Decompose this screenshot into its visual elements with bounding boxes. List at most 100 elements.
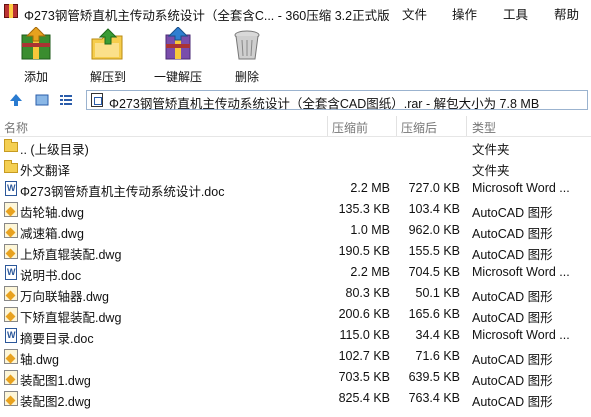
add-archive-icon (18, 26, 54, 63)
autocad-dwg-icon (4, 286, 18, 301)
size-after: 763.4 KB (408, 391, 460, 405)
add-label: 添加 (23, 70, 48, 84)
file-name: 减速箱.dwg (20, 227, 84, 241)
file-name: 齿轮轴.dwg (20, 206, 84, 220)
autocad-dwg-icon (4, 244, 18, 259)
app-archive-icon (4, 4, 18, 18)
column-divider[interactable] (466, 116, 467, 136)
file-type: AutoCAD 图形 (472, 353, 553, 367)
file-type: Microsoft Word ... (472, 328, 570, 342)
word-doc-icon (4, 328, 18, 343)
size-before: 190.5 KB (338, 244, 390, 258)
file-row[interactable]: 装配图2.dwg 825.4 KB 763.4 KB AutoCAD 图形 (0, 388, 591, 409)
size-before: 825.4 KB (338, 391, 390, 405)
file-type: AutoCAD 图形 (472, 206, 553, 220)
file-type: AutoCAD 图形 (472, 395, 553, 409)
folder-icon (4, 139, 18, 154)
autocad-dwg-icon (4, 391, 18, 406)
file-row[interactable]: 轴.dwg 102.7 KB 71.6 KB AutoCAD 图形 (0, 346, 591, 367)
file-name: 装配图2.dwg (20, 395, 91, 409)
column-header: 名称 压缩前 压缩后 类型 (0, 116, 591, 137)
file-type: 文件夹 (472, 164, 510, 178)
file-type: AutoCAD 图形 (472, 290, 553, 304)
up-arrow-icon[interactable] (8, 92, 24, 108)
size-after: 34.4 KB (415, 328, 460, 342)
word-doc-icon (4, 181, 18, 196)
size-before: 703.5 KB (338, 370, 390, 384)
delete-button[interactable]: 删除 (228, 27, 266, 85)
size-after: 103.4 KB (408, 202, 460, 216)
autocad-dwg-icon (4, 370, 18, 385)
size-after: 704.5 KB (408, 265, 460, 279)
list-view-icon[interactable] (58, 92, 74, 108)
file-name: .. (上级目录) (20, 143, 89, 157)
thumbnail-view-icon[interactable] (34, 92, 50, 108)
column-divider[interactable] (396, 116, 397, 136)
add-button[interactable]: 添加 (16, 26, 56, 85)
menu-operate[interactable]: 操作 (452, 4, 477, 23)
one-click-extract-icon (160, 26, 196, 63)
size-after: 639.5 KB (408, 370, 460, 384)
file-row[interactable]: 外文翻译 文件夹 (0, 157, 591, 178)
size-after: 71.6 KB (415, 349, 460, 363)
title-bar: Φ273钢管矫直机主传动系统设计（全套含C... - 360压缩 3.2正式版 … (0, 0, 591, 24)
file-row[interactable]: Φ273钢管矫直机主传动系统设计.doc 2.2 MB 727.0 KB Micros… (0, 178, 591, 199)
size-before: 2.2 MB (350, 265, 390, 279)
column-name[interactable]: 名称 (4, 119, 28, 136)
delete-trash-icon (229, 27, 265, 63)
file-type: AutoCAD 图形 (472, 374, 553, 388)
window-title: Φ273钢管矫直机主传动系统设计（全套含C... - 360压缩 3.2正式版 (24, 9, 390, 23)
one-click-extract-button[interactable]: 一键解压 (152, 26, 204, 85)
file-row[interactable]: 万向联轴器.dwg 80.3 KB 50.1 KB AutoCAD 图形 (0, 283, 591, 304)
column-divider[interactable] (327, 116, 328, 136)
archive-path: Φ273钢管矫直机主传动系统设计（全套含CAD图纸）.rar - 解包大小为 7… (109, 97, 540, 111)
folder-icon (4, 160, 18, 175)
size-after: 165.6 KB (408, 307, 460, 321)
file-row[interactable]: 上矫直辊装配.dwg 190.5 KB 155.5 KB AutoCAD 图形 (0, 241, 591, 262)
file-type: Microsoft Word ... (472, 265, 570, 279)
menu-help[interactable]: 帮助 (554, 4, 579, 23)
column-size-before[interactable]: 压缩前 (332, 119, 368, 136)
file-name: 万向联轴器.dwg (20, 290, 109, 304)
address-field[interactable]: Φ273钢管矫直机主传动系统设计（全套含CAD图纸）.rar - 解包大小为 7… (86, 90, 588, 111)
extract-to-button[interactable]: 解压到 (86, 27, 130, 85)
toolbar: 添加 解压到 一键解压 删除 (0, 24, 591, 88)
size-before: 115.0 KB (339, 328, 390, 342)
file-type: Microsoft Word ... (472, 181, 570, 195)
menu-tools[interactable]: 工具 (503, 4, 528, 23)
size-before: 2.2 MB (350, 181, 390, 195)
file-type: AutoCAD 图形 (472, 311, 553, 325)
file-name: 说明书.doc (20, 269, 82, 283)
extract-to-label: 解压到 (89, 70, 126, 84)
file-name: 装配图1.dwg (20, 374, 91, 388)
menu-file[interactable]: 文件 (402, 4, 427, 23)
column-size-after[interactable]: 压缩后 (401, 119, 437, 136)
size-before: 102.7 KB (338, 349, 390, 363)
file-type: AutoCAD 图形 (472, 227, 553, 241)
file-type: AutoCAD 图形 (472, 248, 553, 262)
size-after: 50.1 KB (415, 286, 460, 300)
file-name: 轴.dwg (20, 353, 59, 367)
delete-label: 删除 (234, 70, 259, 84)
column-type[interactable]: 类型 (472, 119, 496, 136)
autocad-dwg-icon (4, 223, 18, 238)
autocad-dwg-icon (4, 202, 18, 217)
file-row[interactable]: 下矫直辊装配.dwg 200.6 KB 165.6 KB AutoCAD 图形 (0, 304, 591, 325)
file-name: 外文翻译 (20, 164, 71, 178)
size-before: 200.6 KB (338, 307, 390, 321)
file-row[interactable]: 齿轮轴.dwg 135.3 KB 103.4 KB AutoCAD 图形 (0, 199, 591, 220)
one-click-extract-label: 一键解压 (153, 70, 202, 84)
extract-to-icon (90, 27, 126, 63)
file-type: 文件夹 (472, 143, 510, 157)
autocad-dwg-icon (4, 307, 18, 322)
archive-file-icon (91, 93, 103, 107)
file-row[interactable]: 说明书.doc 2.2 MB 704.5 KB Microsoft Word ... (0, 262, 591, 283)
word-doc-icon (4, 265, 18, 280)
file-name: 下矫直辊装配.dwg (20, 311, 122, 325)
file-name: 摘要目录.doc (20, 332, 94, 346)
autocad-dwg-icon (4, 349, 18, 364)
file-row[interactable]: 装配图1.dwg 703.5 KB 639.5 KB AutoCAD 图形 (0, 367, 591, 388)
file-row[interactable]: 摘要目录.doc 115.0 KB 34.4 KB Microsoft Word ..… (0, 325, 591, 346)
file-row[interactable]: .. (上级目录) 文件夹 (0, 136, 591, 157)
file-row[interactable]: 减速箱.dwg 1.0 MB 962.0 KB AutoCAD 图形 (0, 220, 591, 241)
